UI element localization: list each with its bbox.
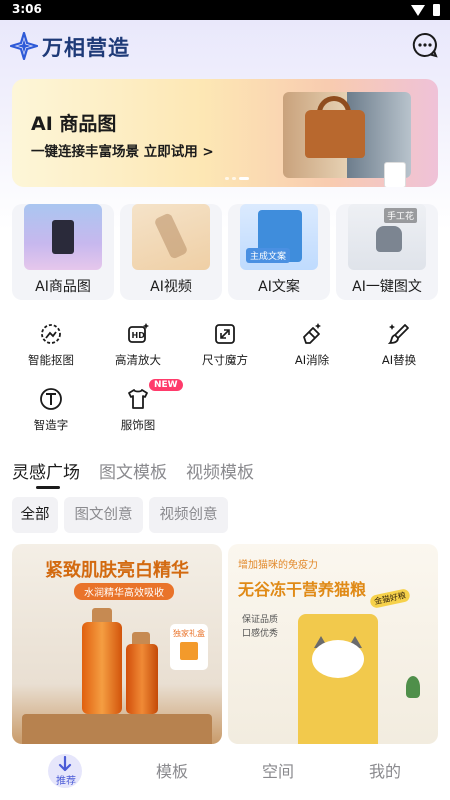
card-title: 紧致肌肤亮白精华 (45, 560, 189, 581)
card-image-tag: 主成文案 (246, 248, 291, 263)
nav-recommend[interactable]: 推荐 (10, 744, 122, 800)
chip-video-creative[interactable]: 视频创意 (149, 497, 228, 533)
chip-all[interactable]: 全部 (12, 497, 58, 533)
chat-bubble-icon[interactable] (412, 32, 438, 58)
handbag-image (305, 110, 365, 158)
chair-image (376, 226, 402, 252)
smart-cutout-icon (41, 324, 61, 344)
card-label: AI文案 (258, 279, 300, 295)
status-icons (411, 4, 440, 16)
card-image (132, 204, 210, 270)
card-image-tag: 手工花 (384, 208, 418, 223)
serum-bottle-small (126, 644, 158, 714)
card-feature-item: 保证品质 (242, 615, 279, 625)
tab-graphic-templates[interactable]: 图文模板 (99, 458, 167, 483)
banner-thumbnail (384, 162, 406, 187)
pagination-dot (232, 177, 236, 180)
battery-icon (433, 4, 440, 16)
text-t-icon (40, 388, 62, 410)
active-tab-indicator (36, 486, 60, 489)
tshirt-icon (128, 389, 148, 409)
banner-pagination (225, 177, 249, 180)
nav-label: 模板 (155, 762, 188, 781)
feature-card-ai-product-image[interactable]: AI商品图 (12, 204, 114, 300)
status-time: 3:06 (12, 2, 42, 16)
tool-ai-replace[interactable]: AI替换 (356, 322, 442, 376)
glass-bottle-image (153, 212, 189, 260)
eraser-icon (303, 323, 321, 344)
nav-label: 我的 (368, 762, 401, 781)
feature-card-ai-video[interactable]: AI视频 (120, 204, 222, 300)
perfume-bottle-image (52, 220, 74, 254)
pagination-dot-active (239, 177, 249, 180)
tool-label: 高清放大 (115, 353, 161, 367)
pagination-dot (225, 177, 229, 180)
nav-label: 推荐 (56, 776, 76, 787)
tool-apparel-image[interactable]: NEW 服饰图 (95, 379, 183, 441)
card-top-text: 增加猫咪的免疫力 (238, 560, 318, 571)
app-header: 万相营造 (0, 26, 450, 66)
tool-label: 服饰图 (120, 418, 156, 432)
logo-sparkle-icon (10, 32, 38, 60)
card-image (24, 204, 102, 270)
card-subtitle: 水润精华高效吸收 (74, 583, 174, 600)
card-image: 主成文案 (240, 204, 318, 270)
tab-inspiration[interactable]: 灵感广场 (12, 458, 80, 483)
card-badge: 金猫好粮 (369, 587, 411, 610)
wooden-podium (22, 714, 212, 744)
serum-bottle-large (82, 622, 122, 714)
tool-hd-upscale[interactable]: HD 高清放大 (95, 322, 181, 376)
gift-icon (180, 642, 198, 660)
status-bar: 3:06 (0, 0, 450, 20)
tab-video-templates[interactable]: 视频模板 (186, 458, 254, 483)
card-label: AI一键图文 (352, 279, 422, 295)
tool-ai-erase[interactable]: AI消除 (269, 322, 355, 376)
tool-label: 尺寸魔方 (202, 353, 248, 367)
inspiration-card-cat-food[interactable]: 增加猫咪的免疫力 无谷冻干营养猫粮 金猫好粮 保证品质 口感优秀 (228, 544, 438, 744)
new-badge: NEW (149, 379, 183, 391)
promo-banner[interactable]: AI 商品图 一键连接丰富场景 立即试用 > (12, 79, 438, 187)
tool-label: AI消除 (294, 353, 330, 367)
tool-smart-text[interactable]: 智造字 (8, 387, 94, 441)
card-title: 无谷冻干营养猫粮 (238, 580, 367, 599)
bottom-navigation: 推荐 模板 空间 我的 (0, 744, 450, 800)
resize-icon (215, 324, 235, 344)
banner-subtitle: 一键连接丰富场景 立即试用 > (31, 144, 214, 160)
feature-card-ai-one-click-graphic[interactable]: 手工花 AI一键图文 (336, 204, 438, 300)
nav-templates[interactable]: 模板 (116, 744, 228, 800)
wifi-icon (411, 4, 425, 16)
hd-upscale-icon: HD (128, 323, 149, 343)
banner-title: AI 商品图 (31, 113, 117, 135)
card-label: AI视频 (150, 279, 192, 295)
app-title: 万相营造 (42, 36, 130, 60)
chip-graphic-creative[interactable]: 图文创意 (64, 497, 143, 533)
gift-box-badge: 独家礼盒 (170, 624, 208, 670)
tool-smart-cutout[interactable]: 智能抠图 (8, 322, 94, 376)
svg-text:HD: HD (132, 331, 146, 340)
plant-image (406, 676, 420, 698)
tool-label: 智能抠图 (28, 353, 74, 367)
inspiration-card-serum[interactable]: 紧致肌肤亮白精华 水润精华高效吸收 独家礼盒 (12, 544, 222, 744)
tool-label: AI替换 (381, 353, 417, 367)
nav-mine[interactable]: 我的 (329, 744, 441, 800)
gift-label: 独家礼盒 (173, 629, 205, 638)
card-label: AI商品图 (35, 279, 91, 295)
card-image: 手工花 (348, 204, 426, 270)
cat-food-bag-image (298, 614, 378, 744)
tool-resize[interactable]: 尺寸魔方 (182, 322, 268, 376)
nav-label: 空间 (261, 762, 294, 781)
nav-space[interactable]: 空间 (222, 744, 334, 800)
cat-face-image (312, 640, 364, 678)
tool-label: 智造字 (33, 418, 69, 432)
feature-card-ai-copywriting[interactable]: 主成文案 AI文案 (228, 204, 330, 300)
card-feature-item: 口感优秀 (242, 629, 279, 639)
replace-brush-icon (387, 324, 409, 344)
